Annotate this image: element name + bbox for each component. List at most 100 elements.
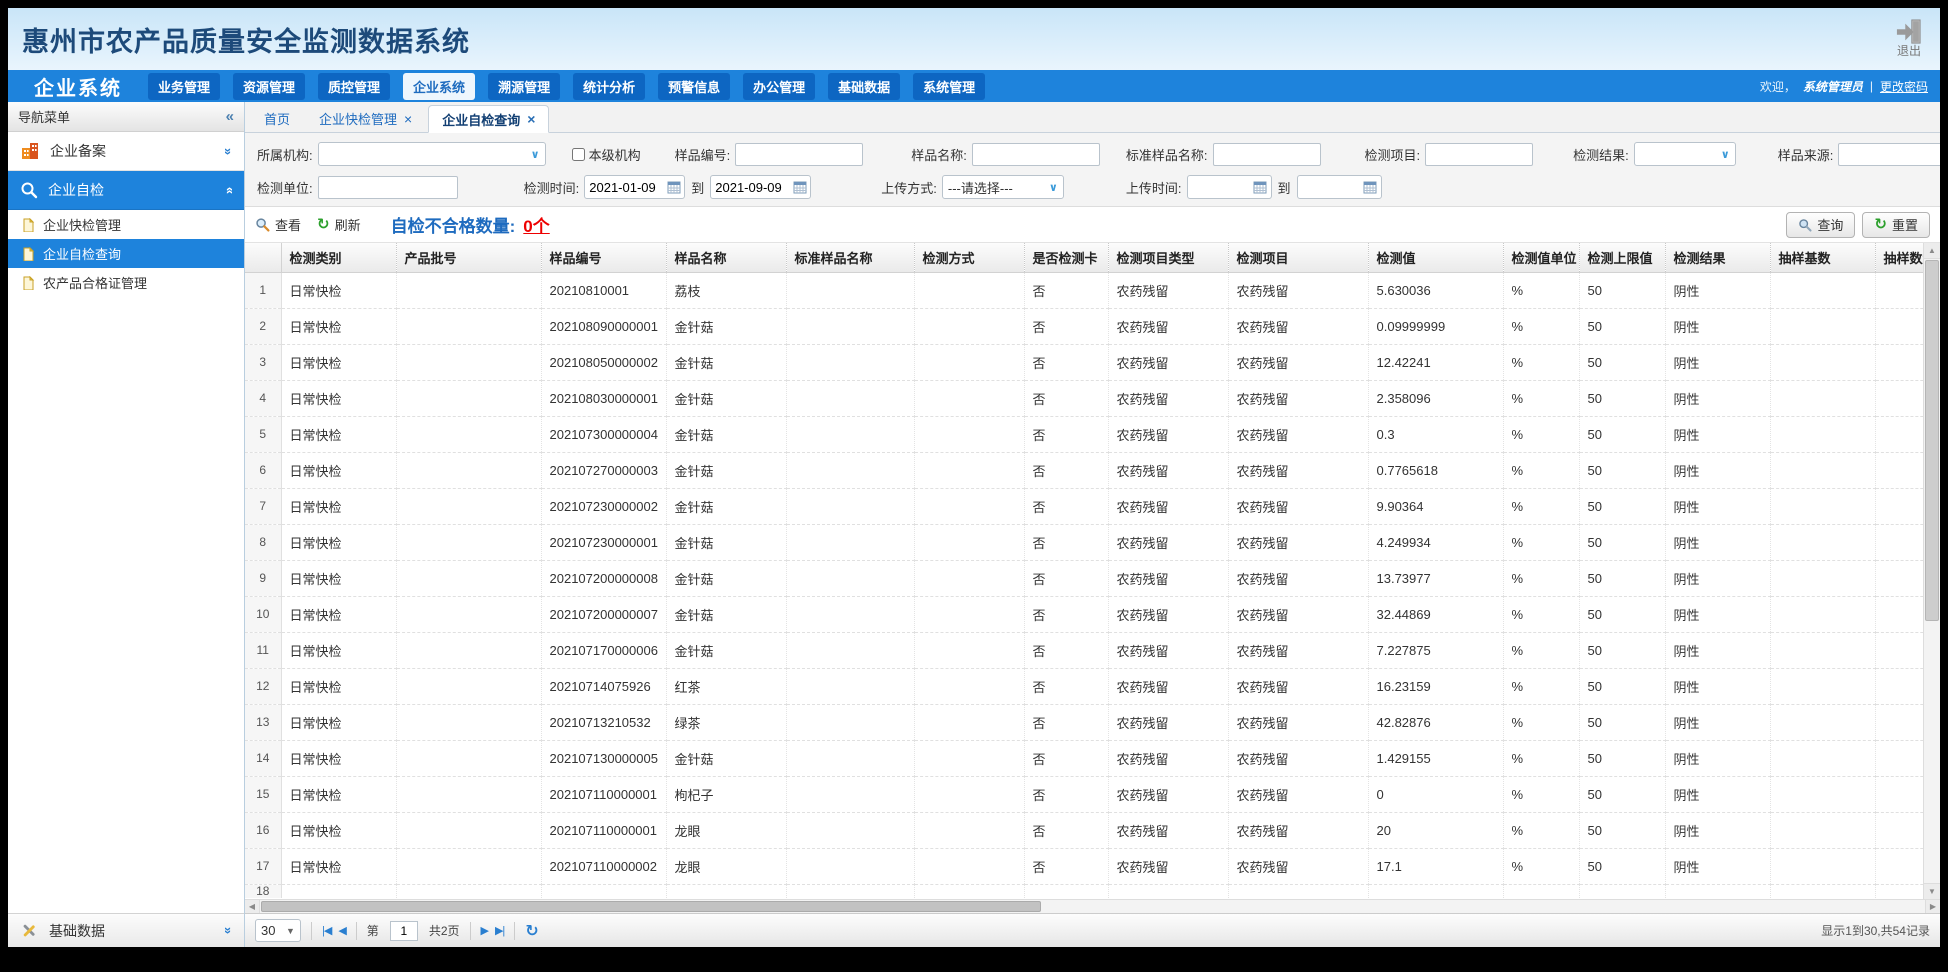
nav-item-8[interactable]: 基础数据: [828, 73, 900, 100]
calendar-icon[interactable]: [663, 176, 684, 198]
nav-item-7[interactable]: 办公管理: [743, 73, 815, 100]
sample-no-input[interactable]: [735, 143, 863, 166]
sample-source-input[interactable]: [1838, 143, 1940, 166]
table-row[interactable]: 3日常快检202108050000002金针菇否农药残留农药残留12.42241…: [245, 344, 1937, 380]
nav-item-0[interactable]: 业务管理: [148, 73, 220, 100]
sidebar-group-base-data[interactable]: 基础数据 »: [8, 913, 244, 947]
test-time-from-datebox[interactable]: [584, 175, 685, 199]
test-time-from-input[interactable]: [585, 180, 663, 195]
nav-item-3[interactable]: 企业系统: [403, 73, 475, 100]
first-page-button[interactable]: |◀: [322, 924, 331, 937]
column-header-2[interactable]: 产品批号: [396, 243, 541, 272]
nav-item-4[interactable]: 溯源管理: [488, 73, 560, 100]
table-row[interactable]: 5日常快检202107300000004金针菇否农药残留农药残留0.3%50阴性: [245, 416, 1937, 452]
table-row[interactable]: 17日常快检202107110000002龙眼否农药残留农药残留17.1%50阴…: [245, 848, 1937, 884]
scroll-down-icon[interactable]: ▼: [1924, 883, 1940, 899]
vertical-scroll-thumb[interactable]: [1925, 260, 1939, 621]
last-page-button[interactable]: ▶|: [495, 924, 504, 937]
table-row[interactable]: 8日常快检202107230000001金针菇否农药残留农药残留4.249934…: [245, 524, 1937, 560]
nav-item-6[interactable]: 预警信息: [658, 73, 730, 100]
vertical-scrollbar[interactable]: ▲ ▼: [1923, 243, 1940, 899]
sidebar-item-2[interactable]: 农产品合格证管理: [8, 268, 244, 297]
nav-item-2[interactable]: 质控管理: [318, 73, 390, 100]
upload-time-to-input[interactable]: [1298, 180, 1360, 195]
tab-0[interactable]: 首页: [251, 105, 303, 132]
tab-close-icon[interactable]: ×: [527, 112, 535, 126]
upload-method-select[interactable]: ---请选择--- ∨: [942, 175, 1064, 199]
refresh-button[interactable]: ↻ 刷新: [317, 215, 361, 234]
table-row[interactable]: 16日常快检202107110000001龙眼否农药残留农药残留20%50阴性: [245, 812, 1937, 848]
column-header-8[interactable]: 检测项目类型: [1108, 243, 1228, 272]
fail-count-value[interactable]: 0个: [523, 212, 549, 237]
logout-button[interactable]: 退出: [1894, 19, 1924, 58]
org-select[interactable]: ∨: [318, 142, 546, 166]
table-row[interactable]: 12日常快检20210714075926红茶否农药残留农药残留16.23159%…: [245, 668, 1937, 704]
test-unit-input[interactable]: [318, 176, 458, 199]
column-header-9[interactable]: 检测项目: [1228, 243, 1368, 272]
table-row[interactable]: 9日常快检202107200000008金针菇否农药残留农药残留13.73977…: [245, 560, 1937, 596]
nav-item-9[interactable]: 系统管理: [913, 73, 985, 100]
column-header-5[interactable]: 标准样品名称: [786, 243, 914, 272]
sidebar-item-1[interactable]: 企业自检查询: [8, 239, 244, 268]
column-header-12[interactable]: 检测上限值: [1579, 243, 1665, 272]
upload-time-to-datebox[interactable]: [1297, 175, 1382, 199]
table-row[interactable]: 1日常快检20210810001荔枝否农药残留农药残留5.630036%50阴性: [245, 272, 1937, 308]
chevron-up-icon[interactable]: »: [221, 186, 236, 193]
upload-time-from-input[interactable]: [1188, 180, 1250, 195]
table-row[interactable]: 13日常快检20210713210532绿茶否农药残留农药残留42.82876%…: [245, 704, 1937, 740]
chevron-down-icon[interactable]: ▼: [281, 920, 300, 941]
table-row[interactable]: 14日常快检202107130000005金针菇否农药残留农药残留1.42915…: [245, 740, 1937, 776]
sidebar-group-company-record[interactable]: 企业备案 »: [8, 132, 244, 171]
test-time-to-input[interactable]: [711, 180, 789, 195]
calendar-icon[interactable]: [789, 176, 810, 198]
std-sample-name-input[interactable]: [1213, 143, 1321, 166]
table-row[interactable]: 11日常快检202107170000006金针菇否农药残留农药残留7.22787…: [245, 632, 1937, 668]
query-button[interactable]: 查询: [1786, 212, 1855, 238]
sidebar-group-self-inspection[interactable]: 企业自检 »: [8, 171, 244, 210]
column-header-6[interactable]: 检测方式: [914, 243, 1024, 272]
nav-item-5[interactable]: 统计分析: [573, 73, 645, 100]
tab-close-icon[interactable]: ×: [404, 112, 412, 126]
table-row[interactable]: 6日常快检202107270000003金针菇否农药残留农药残留0.776561…: [245, 452, 1937, 488]
calendar-icon[interactable]: [1360, 176, 1381, 198]
column-header-4[interactable]: 样品名称: [666, 243, 786, 272]
prev-page-button[interactable]: ◀: [338, 924, 345, 937]
page-size-select[interactable]: 30 ▼: [255, 919, 301, 942]
view-button[interactable]: 查看: [255, 215, 301, 234]
column-header-11[interactable]: 检测值单位: [1503, 243, 1579, 272]
horizontal-scrollbar[interactable]: ◀ ▶: [245, 899, 1940, 913]
chevron-down-icon[interactable]: ∨: [1716, 143, 1735, 165]
table-row[interactable]: 4日常快检202108030000001金针菇否农药残留农药残留2.358096…: [245, 380, 1937, 416]
chevron-down-icon[interactable]: »: [221, 927, 236, 934]
table-row[interactable]: 18: [245, 884, 1937, 898]
column-header-14[interactable]: 抽样基数: [1770, 243, 1875, 272]
chevron-down-icon[interactable]: ∨: [526, 143, 545, 165]
tab-2[interactable]: 企业自检查询×: [428, 105, 549, 133]
chevron-down-icon[interactable]: »: [221, 147, 236, 154]
calendar-icon[interactable]: [1250, 176, 1271, 198]
sidebar-item-0[interactable]: 企业快检管理: [8, 210, 244, 239]
table-row[interactable]: 7日常快检202107230000002金针菇否农药残留农药残留9.90364%…: [245, 488, 1937, 524]
scroll-up-icon[interactable]: ▲: [1924, 243, 1940, 259]
reset-button[interactable]: ↻ 重置: [1862, 212, 1930, 238]
nav-item-1[interactable]: 资源管理: [233, 73, 305, 100]
chevron-down-icon[interactable]: ∨: [1044, 176, 1063, 198]
scroll-left-icon[interactable]: ◀: [245, 900, 260, 913]
reload-icon[interactable]: ↻: [525, 921, 538, 941]
horizontal-scroll-thumb[interactable]: [261, 901, 1041, 912]
column-header-1[interactable]: 检测类别: [281, 243, 396, 272]
column-header-13[interactable]: 检测结果: [1665, 243, 1770, 272]
page-number-input[interactable]: [390, 921, 418, 941]
table-row[interactable]: 15日常快检202107110000001枸杞子否农药残留农药残留0%50阴性: [245, 776, 1937, 812]
upload-time-from-datebox[interactable]: [1187, 175, 1272, 199]
tab-1[interactable]: 企业快检管理×: [306, 105, 425, 132]
sidebar-collapse-icon[interactable]: «: [226, 108, 234, 125]
scroll-right-icon[interactable]: ▶: [1925, 900, 1940, 913]
column-header-3[interactable]: 样品编号: [541, 243, 666, 272]
table-row[interactable]: 10日常快检202107200000007金针菇否农药残留农药残留32.4486…: [245, 596, 1937, 632]
sample-name-input[interactable]: [972, 143, 1100, 166]
column-header-7[interactable]: 是否检测卡: [1024, 243, 1108, 272]
table-row[interactable]: 2日常快检202108090000001金针菇否农药残留农药残留0.099999…: [245, 308, 1937, 344]
own-org-checkbox[interactable]: [572, 148, 585, 161]
test-time-to-datebox[interactable]: [710, 175, 811, 199]
